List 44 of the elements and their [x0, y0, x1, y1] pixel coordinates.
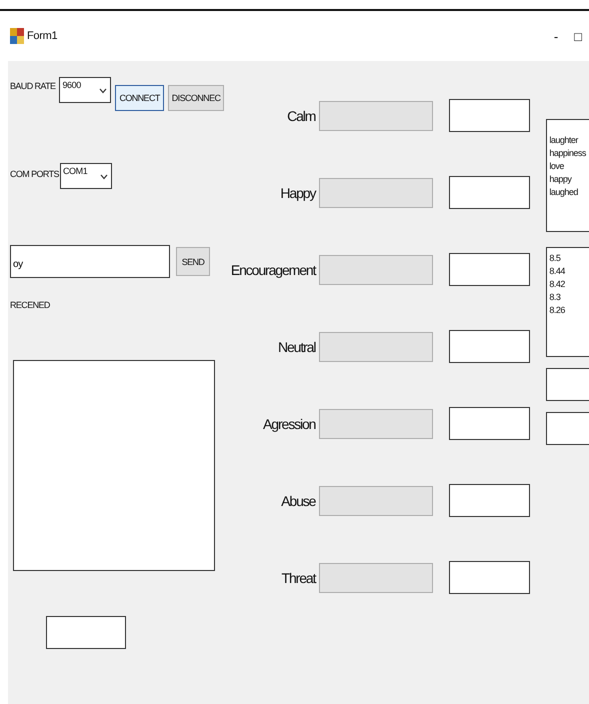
- emotion-label: Calm: [286, 108, 316, 124]
- list-item[interactable]: love: [549, 160, 564, 173]
- list-item[interactable]: 8.44: [549, 265, 565, 278]
- caret-icon: [100, 174, 108, 180]
- emotion-label: Threat: [280, 570, 317, 586]
- received-label: RECENED: [10, 300, 51, 310]
- list-item[interactable]: 8.42: [549, 278, 565, 291]
- score-text-field[interactable]: [449, 330, 530, 363]
- emotion-label: Neutral: [276, 338, 316, 354]
- send-button[interactable]: SEND: [176, 247, 210, 276]
- list-item[interactable]: happiness: [549, 147, 586, 160]
- disconnect-button[interactable]: DISCONNEC: [168, 85, 224, 111]
- list-item[interactable]: happy: [549, 173, 572, 186]
- connect-button[interactable]: CONNECT: [115, 85, 164, 111]
- minimize-button[interactable]: -: [545, 28, 567, 44]
- score-text-field[interactable]: [449, 407, 530, 440]
- text-field[interactable]: [546, 368, 589, 401]
- score-text-field[interactable]: [449, 561, 530, 594]
- score-text-field[interactable]: [449, 99, 530, 132]
- com-port-dropdown[interactable]: COM1: [60, 163, 112, 189]
- com-ports-label: COM PORTS: [10, 169, 59, 179]
- list-item[interactable]: 8.5: [549, 252, 560, 265]
- score-text-field[interactable]: [449, 176, 530, 209]
- emotion-label: Happy: [279, 184, 317, 200]
- baud-rate-label: BAUD RATE: [10, 81, 56, 91]
- list-item[interactable]: laughter: [549, 134, 578, 147]
- message-input-field[interactable]: oy: [10, 245, 170, 278]
- window-title: Form1: [27, 30, 58, 42]
- app-icon: [10, 28, 24, 44]
- text-field[interactable]: [46, 616, 126, 649]
- emotion-label: Encouragement: [230, 262, 317, 278]
- caret-icon: [99, 88, 108, 94]
- emotion-label: Agression: [262, 416, 316, 432]
- maximize-button[interactable]: □: [567, 28, 589, 44]
- score-list-box[interactable]: 8.5 8.44 8.42 8.3 8.26: [546, 247, 589, 357]
- score-text-field[interactable]: [449, 484, 530, 517]
- list-item[interactable]: 8.3: [549, 291, 560, 304]
- list-item[interactable]: 8.26: [549, 304, 565, 317]
- text-field[interactable]: [546, 412, 589, 445]
- emotion-label: Abuse: [280, 492, 317, 508]
- score-text-field[interactable]: [449, 253, 530, 286]
- baud-rate-dropdown[interactable]: 9600: [59, 77, 112, 103]
- list-item[interactable]: laughed: [549, 186, 578, 199]
- keyword-list-box[interactable]: laughter happiness love happy laughed: [546, 119, 589, 232]
